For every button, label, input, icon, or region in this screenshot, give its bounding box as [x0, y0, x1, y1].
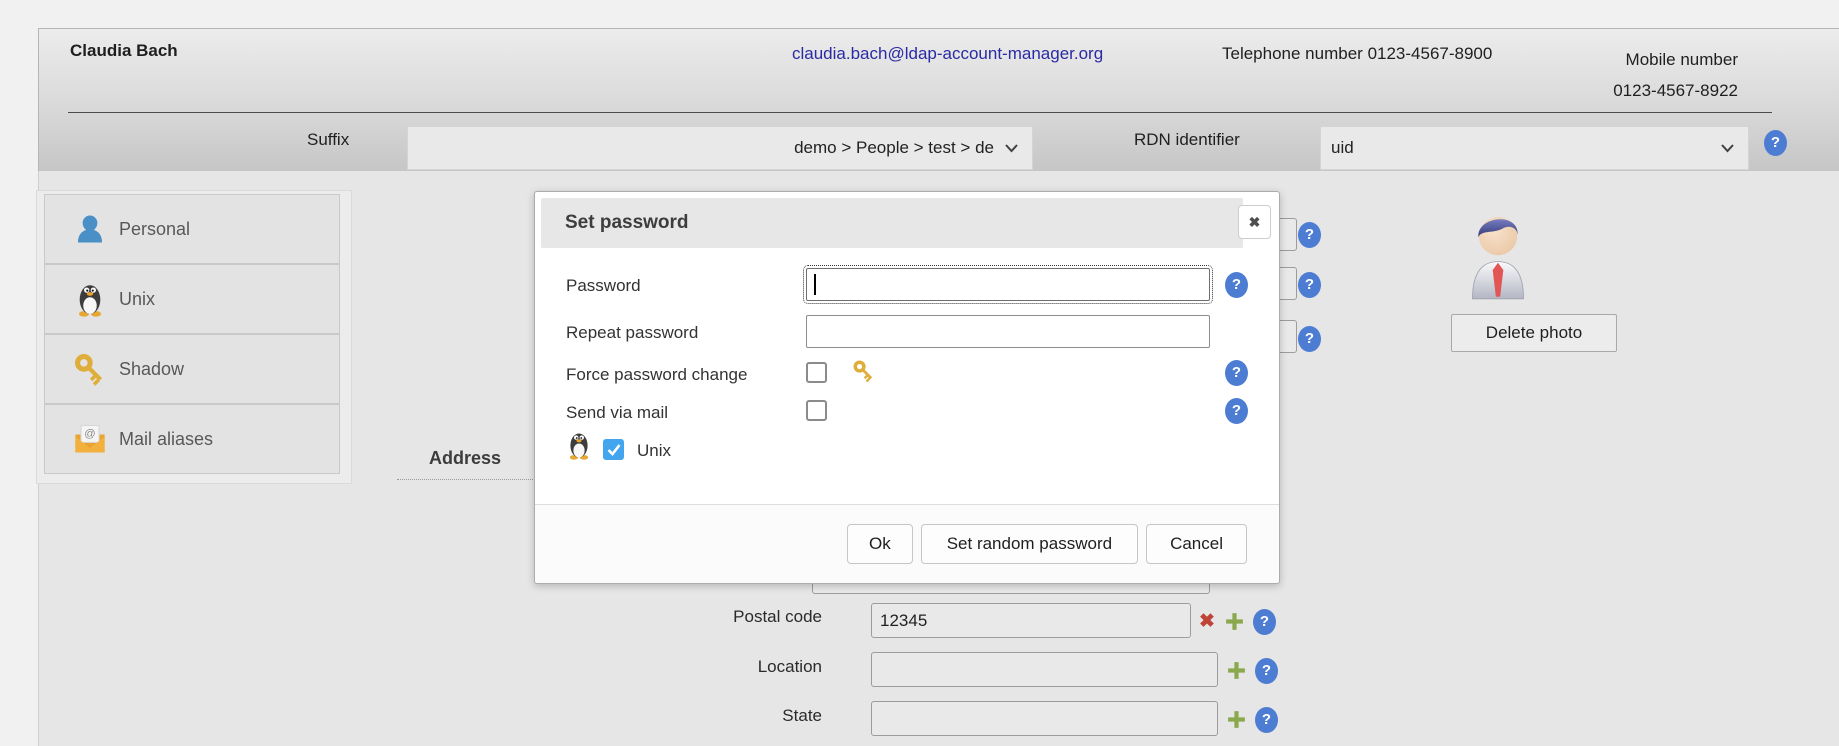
key-icon [71, 350, 109, 388]
password-input[interactable] [806, 268, 1210, 301]
location-input[interactable] [871, 652, 1218, 687]
field-help-icon[interactable] [1298, 272, 1321, 298]
suffix-select[interactable]: demo > People > test > de [407, 126, 1033, 170]
mail-at-icon: @ [71, 420, 109, 458]
svg-text:@: @ [84, 428, 95, 440]
repeat-password-input[interactable] [806, 315, 1210, 348]
key-icon [851, 358, 877, 389]
delete-value-icon[interactable] [1196, 611, 1218, 633]
user-avatar [1464, 201, 1532, 306]
postal-code-label: Postal code [600, 607, 822, 627]
sidebar-item-unix[interactable]: Unix [44, 264, 340, 334]
address-section-label: Address [397, 448, 533, 480]
sidebar-item-label: Unix [119, 289, 155, 310]
text-caret [814, 274, 816, 295]
close-icon[interactable] [1238, 205, 1271, 239]
add-value-icon[interactable] [1224, 611, 1245, 637]
tux-icon [567, 430, 591, 465]
location-help-icon[interactable] [1255, 658, 1278, 684]
mobile-text: Mobile number 0123-4567-8922 [1540, 44, 1738, 106]
location-label: Location [600, 657, 822, 677]
state-label: State [600, 706, 822, 726]
dialog-footer: Ok Set random password Cancel [535, 504, 1279, 583]
repeat-password-label: Repeat password [566, 323, 698, 343]
account-name: Claudia Bach [70, 41, 178, 61]
unix-module-label: Unix [637, 441, 671, 461]
email-link[interactable]: claudia.bach@ldap-account-manager.org [792, 44, 1103, 64]
rdn-identifier-label: RDN identifier [1134, 130, 1240, 150]
chevron-down-icon [1004, 143, 1019, 153]
chevron-down-icon [1720, 143, 1735, 153]
password-help-icon[interactable] [1225, 272, 1248, 298]
send-via-mail-help-icon[interactable] [1225, 398, 1248, 424]
mobile-value: 0123-4567-8922 [1540, 75, 1738, 106]
dialog-title: Set password [565, 212, 689, 234]
force-password-change-label: Force password change [566, 365, 747, 385]
send-via-mail-label: Send via mail [566, 403, 668, 423]
delete-photo-button[interactable]: Delete photo [1451, 314, 1617, 352]
unix-module-checkbox[interactable] [603, 439, 624, 460]
telephone-label: Telephone number [1222, 44, 1363, 63]
rdn-identifier-select[interactable]: uid [1320, 126, 1749, 170]
force-password-change-help-icon[interactable] [1225, 360, 1248, 386]
sidebar-item-shadow[interactable]: Shadow [44, 334, 340, 404]
field-help-icon[interactable] [1298, 222, 1321, 248]
person-icon [71, 210, 109, 248]
sidebar-item-label: Shadow [119, 359, 184, 380]
set-password-dialog: Set password Password Repeat password Fo… [534, 191, 1280, 584]
sidebar-item-label: Personal [119, 219, 190, 240]
sidebar-item-personal[interactable]: Personal [44, 194, 340, 264]
force-password-change-checkbox[interactable] [806, 362, 827, 383]
telephone-text: Telephone number 0123-4567-8900 [1222, 44, 1492, 64]
postal-code-input[interactable] [871, 603, 1191, 638]
suffix-select-value: demo > People > test > de [794, 138, 994, 158]
telephone-value: 0123-4567-8900 [1368, 44, 1493, 63]
sidebar-item-mail-aliases[interactable]: @ Mail aliases [44, 404, 340, 474]
rdn-select-value: uid [1331, 138, 1354, 158]
rdn-help-icon[interactable] [1764, 130, 1787, 156]
password-label: Password [566, 276, 641, 296]
ok-button[interactable]: Ok [847, 524, 913, 564]
add-value-icon[interactable] [1226, 660, 1247, 686]
state-input[interactable] [871, 701, 1218, 736]
postal-code-help-icon[interactable] [1253, 609, 1276, 635]
send-via-mail-checkbox[interactable] [806, 400, 827, 421]
sidebar-item-label: Mail aliases [119, 429, 213, 450]
cancel-button[interactable]: Cancel [1146, 524, 1247, 564]
suffix-label: Suffix [307, 130, 349, 150]
dialog-titlebar: Set password [541, 198, 1243, 248]
add-value-icon[interactable] [1226, 709, 1247, 735]
header-divider [68, 112, 1772, 113]
state-help-icon[interactable] [1255, 707, 1278, 733]
set-random-password-button[interactable]: Set random password [921, 524, 1138, 564]
tux-icon [71, 280, 109, 318]
mobile-label: Mobile number [1540, 44, 1738, 75]
field-help-icon[interactable] [1298, 326, 1321, 352]
